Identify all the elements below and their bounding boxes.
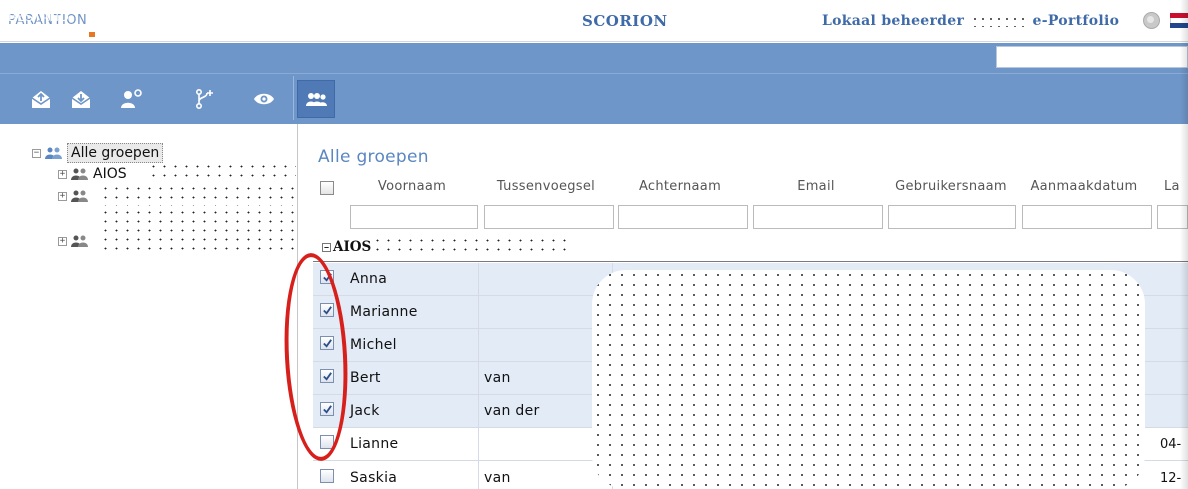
column-header-aanmaakdatum[interactable]: Aanmaakdatum <box>1020 179 1148 194</box>
envelope-up-icon[interactable] <box>22 80 60 118</box>
panel-title: Alle groepen <box>318 147 429 167</box>
column-header-tussenvoegsel[interactable]: Tussenvoegsel <box>482 179 610 194</box>
redacted-area <box>592 270 1145 489</box>
column-header-email[interactable]: Email <box>752 179 880 194</box>
cell-voornaam: Jack <box>350 403 380 419</box>
collapse-icon[interactable]: − <box>32 148 41 158</box>
menu-extra[interactable]: EXTRA <box>505 9 548 24</box>
row-checkbox[interactable] <box>320 469 334 483</box>
cell-voornaam: Bert <box>350 370 381 386</box>
row-checkbox[interactable] <box>320 369 334 383</box>
group-icon <box>45 147 62 159</box>
menu-ga-naar[interactable]: GA NAAR <box>411 9 472 24</box>
redacted-area <box>372 236 572 254</box>
group-icon <box>71 235 88 247</box>
logo-accent-dot <box>89 32 95 37</box>
portal-name: e-Portfolio <box>1032 13 1120 29</box>
checkmark-icon <box>322 404 332 414</box>
tree-label: AIOS <box>93 166 127 182</box>
filter-input-gebruikersnaam[interactable] <box>888 205 1016 229</box>
collapse-icon[interactable]: − <box>322 243 331 252</box>
checkmark-icon <box>322 272 332 282</box>
user-role: Lokaal beheerder <box>822 13 965 29</box>
cell-voornaam: Lianne <box>350 436 399 452</box>
search-input[interactable] <box>996 46 1188 68</box>
column-header-gebruikersnaam[interactable]: Gebruikersnaam <box>884 179 1018 194</box>
menu-invoegen[interactable]: INVOEGEN <box>120 9 189 24</box>
filter-input-email[interactable] <box>753 205 883 229</box>
column-header-voornaam[interactable]: Voornaam <box>348 179 476 194</box>
select-all-checkbox[interactable] <box>320 181 334 195</box>
row-checkbox[interactable] <box>320 303 334 317</box>
checkmark-icon <box>322 371 332 381</box>
filter-input-voornaam[interactable] <box>350 205 478 229</box>
redacted-area <box>100 208 296 250</box>
group-icon <box>71 168 88 180</box>
row-checkbox[interactable] <box>320 270 334 284</box>
filter-input-achternaam[interactable] <box>618 205 748 229</box>
tree-node-group-3[interactable]: + <box>58 234 93 248</box>
menu-bestand[interactable]: BESTAND <box>8 9 69 24</box>
cell-tussenvoegsel: van <box>484 470 511 486</box>
cell-voornaam: Anna <box>350 271 388 287</box>
group-icon[interactable] <box>297 80 335 118</box>
checkmark-icon <box>322 305 332 315</box>
checkmark-icon <box>322 338 332 348</box>
expand-icon[interactable]: + <box>58 169 67 179</box>
tree-label: Alle groepen <box>67 143 164 163</box>
expand-icon[interactable]: + <box>58 191 67 201</box>
cell-voornaam: Michel <box>350 337 397 353</box>
menu-beheer[interactable]: BEHEER <box>336 9 389 24</box>
cell-last-column: 12- <box>1160 471 1182 486</box>
filter-input-tussenvoegsel[interactable] <box>484 205 614 229</box>
group-header-label[interactable]: − AIOS <box>322 239 371 255</box>
group-icon <box>71 190 88 202</box>
row-checkbox[interactable] <box>320 336 334 350</box>
redacted-area <box>148 162 296 182</box>
eye-icon[interactable] <box>245 80 283 118</box>
cell-tussenvoegsel: van der <box>484 403 540 419</box>
redacted-area <box>100 184 296 206</box>
branch-icon[interactable] <box>186 80 224 118</box>
toolbar-separator <box>293 76 294 120</box>
cell-last-column: 04- <box>1160 437 1182 452</box>
tree-node-group-2[interactable]: + <box>58 189 93 203</box>
user-info[interactable]: Lokaal beheerder e-Portfolio <box>822 13 1119 29</box>
filter-input-aanmaakdatum[interactable] <box>1022 205 1152 229</box>
column-header-achternaam[interactable]: Achternaam <box>616 179 744 194</box>
tree-node-aios[interactable]: + AIOS <box>58 166 127 182</box>
toolbar <box>0 73 1188 124</box>
redacted-name <box>971 15 1026 27</box>
cell-voornaam: Marianne <box>350 304 418 320</box>
globe-icon[interactable] <box>1143 12 1160 29</box>
tree-node-root[interactable]: − Alle groepen <box>32 143 164 163</box>
cell-voornaam: Saskia <box>350 470 398 486</box>
cell-tussenvoegsel: van <box>484 370 511 386</box>
window-shadow <box>1180 0 1188 489</box>
envelope-down-icon[interactable] <box>62 80 100 118</box>
app-title: SCORION <box>582 12 668 30</box>
expand-icon[interactable]: + <box>58 236 67 246</box>
user-settings-icon[interactable] <box>112 80 150 118</box>
menu-bekijken[interactable]: BEKIJKEN <box>224 9 285 24</box>
row-checkbox[interactable] <box>320 435 334 449</box>
row-checkbox[interactable] <box>320 402 334 416</box>
